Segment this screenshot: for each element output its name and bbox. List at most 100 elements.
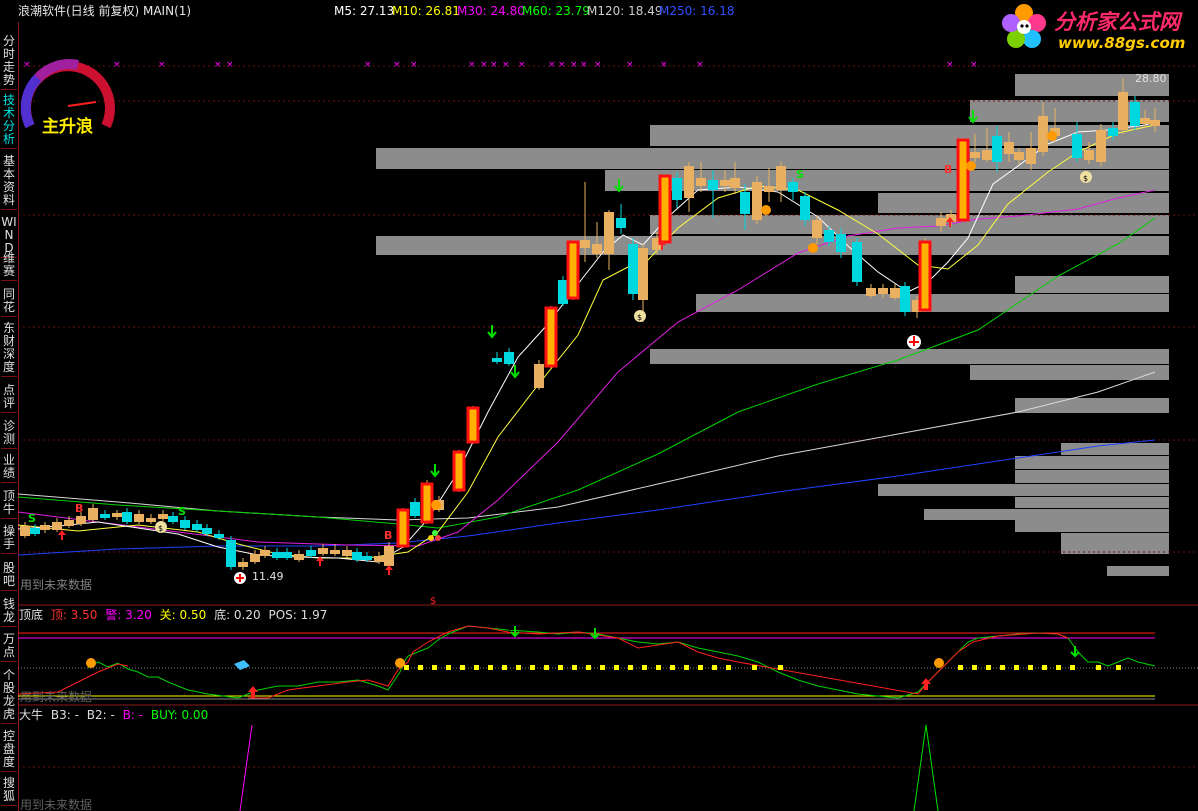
candle-body [306,550,316,556]
candle-body [88,508,98,520]
svg-text:×: × [946,60,954,70]
candle-body [534,364,544,388]
candle-body [672,178,682,200]
candle-body [374,556,384,562]
sell-signal-label: S [796,168,804,181]
svg-text:$: $ [158,524,163,533]
svg-text:$: $ [1083,174,1088,183]
candle-body [146,518,156,522]
svg-text:×: × [490,60,498,70]
sidebar-item-wandian[interactable]: 万点 [1,633,17,662]
candle-body [452,450,466,492]
buy-signal-label: B [944,163,952,176]
dingdi-close-value: 关: 0.50 [159,608,207,622]
dingdi-pos-value: POS: 1.97 [268,608,328,622]
candle-body [492,358,502,362]
candle-body [800,196,810,220]
dingdi-warn-value: 警: 3.20 [105,608,152,622]
dingdi-top-value: 顶: 3.50 [50,608,98,622]
candle-body [362,556,372,560]
sidebar-item-qianlong[interactable]: 钱龙 [1,598,17,627]
sidebar-item-caoshou[interactable]: 操手 [1,525,17,554]
candle-body [900,286,910,312]
daniu-indicator: 用到未来数据 [18,724,1198,811]
candle-body [740,192,750,214]
candle-body [52,522,62,530]
ma5-value: M5: 27.13 [334,4,395,18]
candle-body [158,514,168,519]
red-up-arrow-icon [58,217,954,575]
candle-body [616,218,626,228]
candle-body [696,178,706,186]
daniu-header: 大牛 B3: - B2: - B: - BUY: 0.00 [19,706,208,723]
candle-body [918,240,932,312]
candle-body [30,528,40,534]
svg-text:×: × [548,60,556,70]
sidebar-item-technical[interactable]: 技术分析 [1,94,17,149]
candle-body [168,516,178,522]
price-high-label: 28.80 [1135,72,1167,85]
svg-text:×: × [480,60,488,70]
candle-body [708,180,718,190]
ma250-value: M250: 16.18 [659,4,735,18]
ma10-value: M10: 26.81 [392,4,460,18]
candle-body [282,552,292,558]
candle-body [260,550,270,556]
candle-body [788,182,798,192]
sidebar-item-guba[interactable]: 股吧 [1,562,17,591]
svg-text:×: × [696,60,704,70]
dingdi-name: 顶底 [19,608,44,622]
svg-text:×: × [113,60,121,70]
sidebar-item-weisai[interactable]: 维赛 [1,252,17,281]
sidebar-item-dongcai[interactable]: 东财深度 [1,322,17,377]
future-data-note: 用到未来数据 [20,689,92,704]
candle-body [1014,152,1024,160]
candle-body [1004,142,1014,154]
candle-body [1118,92,1128,130]
candle-body [330,550,340,554]
price-low-label: 11.49 [252,570,284,583]
svg-text:×: × [410,60,418,70]
kline-chart[interactable]: × × × × × × × × × × × × × × × × × × × × × × × S S S B B… [18,22,1198,811]
sidebar-item-sohu[interactable]: 搜狐 [1,777,17,806]
candle-body [566,240,580,300]
ma30-value: M30: 24.80 [457,4,525,18]
candle-body [214,534,224,538]
sidebar-item-longhu[interactable]: 个股龙虎 [1,669,17,724]
signal-markers-top: × × × × × × × × × × × × × × × × × × × × × × × [23,60,978,70]
candle-body [466,406,480,444]
candle-body [238,562,248,567]
candle-body [112,513,122,517]
candle-body [410,502,420,516]
candle-body [20,526,30,536]
candle-body [936,218,946,226]
candle-body [1140,118,1150,124]
candle-body [318,548,328,554]
candle-body [580,240,590,248]
candle-body [1096,130,1106,162]
future-data-note: 用到未来数据 [20,797,92,811]
sidebar-item-tonghua[interactable]: 同花 [1,288,17,317]
candle-body [1150,120,1160,126]
sidebar-item-review[interactable]: 点评 [1,384,17,413]
sidebar-item-diagnosis[interactable]: 诊测 [1,420,17,449]
candle-body [970,152,980,158]
sidebar-item-fundamentals[interactable]: 基本资料 [1,155,17,210]
svg-text:×: × [970,60,978,70]
sidebar-item-earnings[interactable]: 业绩 [1,454,17,483]
sidebar-item-intraday[interactable]: 分时走势 [1,35,17,90]
svg-text:×: × [570,60,578,70]
sell-signal-label: S [178,505,186,518]
candle-body [836,234,846,252]
ma120-value: M120: 18.49 [587,4,663,18]
candle-body [420,482,434,524]
candle-body [226,540,236,567]
sidebar-item-control[interactable]: 控盘度 [1,730,17,772]
dingdi-header: 顶底 顶: 3.50 警: 3.20 关: 0.50 底: 0.20 POS: … [19,606,327,623]
svg-text:×: × [660,60,668,70]
sidebar-item-dingniu[interactable]: 顶牛 [1,490,17,519]
candle-body [272,552,282,558]
candle-body [180,520,190,528]
sell-signal-label: S [28,512,36,525]
candle-body [396,508,410,548]
